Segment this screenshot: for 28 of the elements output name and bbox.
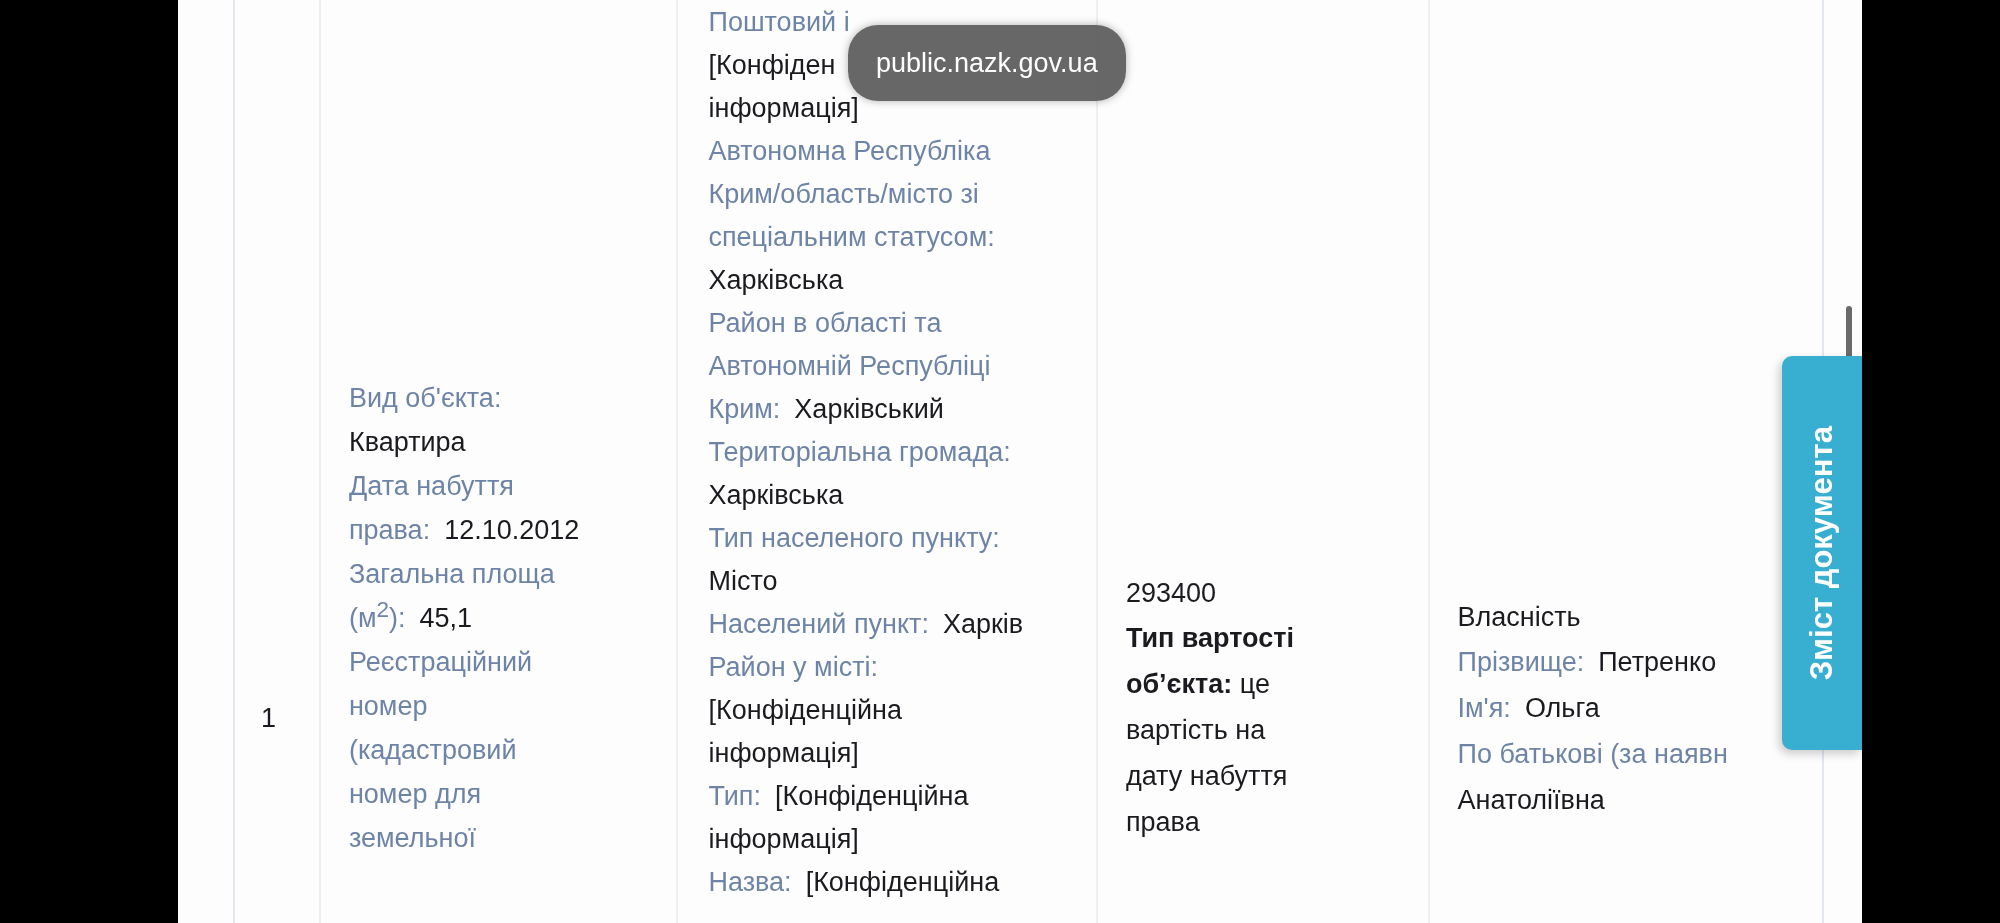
field-value: [Конфіден: [708, 49, 836, 82]
row-number: 1: [261, 702, 277, 735]
field-label: Тип населеного пункту:: [708, 522, 1000, 555]
field-text: Район в області та Автономній Республіці Крим: Харківський: [708, 307, 992, 426]
field-label: Вид об'єкта:: [348, 382, 502, 415]
field-text: Дата набуття права: 12.10.2012: [348, 470, 581, 547]
field-label: Реєстраційний номер (кадастровий номер для земельної: [348, 646, 534, 855]
field-label: Територіальна громада:: [708, 436, 1011, 469]
field-label: Поштовий і: [708, 6, 850, 39]
field-text: Населений пункт: Харків: [708, 608, 1024, 641]
field-value: Харківська: [708, 479, 844, 512]
price-value: 293400: [1125, 577, 1217, 610]
field-text: Ім'я: Ольга: [1457, 692, 1600, 725]
field-label: По батькові (за наявн: [1457, 738, 1728, 771]
right-type: Власність: [1457, 601, 1581, 634]
contents-tab[interactable]: Зміст документа: [1782, 356, 1862, 750]
field-value: Місто: [708, 565, 778, 598]
field-value: Анатоліївна: [1457, 784, 1605, 817]
field-text: Назва: [Конфіденційна: [708, 866, 1000, 899]
field-value: Харківська: [708, 264, 844, 297]
field-value: Квартира: [348, 426, 466, 459]
field-text: Прізвище: Петренко: [1457, 646, 1717, 679]
price-type-note: Тип вартості об’єкта: це вартість на дату набуття права: [1125, 622, 1295, 839]
field-label: Район у місті:: [708, 651, 879, 684]
field-value: [Конфіденційна інформація]: [708, 694, 903, 770]
field-text: Тип: [Конфіденційна інформація]: [708, 780, 970, 856]
field-text: Загальна площа (м$^{2}$): 45,1: [348, 558, 556, 635]
field-label: Автономна Республіка Крим/область/місто зі спеціальним статусом:: [708, 135, 996, 254]
